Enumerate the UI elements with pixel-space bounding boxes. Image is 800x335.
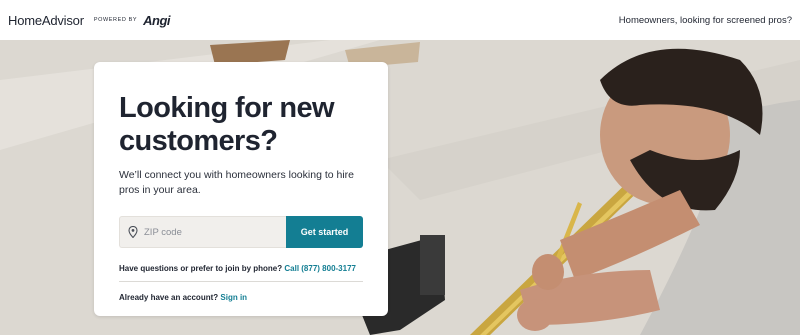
map-pin-icon <box>128 226 138 238</box>
zip-field[interactable] <box>119 216 286 248</box>
phone-link[interactable]: Call (877) 800-3177 <box>284 264 356 273</box>
phone-prompt: Have questions or prefer to join by phon… <box>119 264 283 273</box>
get-started-button[interactable]: Get started <box>286 216 363 248</box>
signin-prompt: Already have an account? <box>119 293 219 302</box>
powered-by-text: POWERED BY <box>93 17 138 23</box>
angi-logo: Angi <box>143 12 171 28</box>
page-subtitle: We’ll connect you with homeowners lookin… <box>119 169 355 196</box>
signup-card: Looking for new customers? We’ll connect… <box>94 62 388 316</box>
zip-form: Get started <box>119 216 363 248</box>
logo-text: HomeAdvisor <box>8 12 84 28</box>
signin-link[interactable]: Sign in <box>220 293 247 302</box>
signin-row: Already have an account? Sign in <box>119 293 363 302</box>
homeadvisor-logo[interactable]: HomeAdvisor POWERED BY Angi <box>8 12 171 28</box>
top-header: HomeAdvisor POWERED BY Angi Homeowners, … <box>0 0 800 40</box>
page-title: Looking for new customers? <box>119 92 335 157</box>
homeowners-link[interactable]: Homeowners, looking for screened pros? <box>619 15 792 26</box>
phone-row: Have questions or prefer to join by phon… <box>119 264 363 282</box>
zip-input[interactable] <box>144 226 274 238</box>
